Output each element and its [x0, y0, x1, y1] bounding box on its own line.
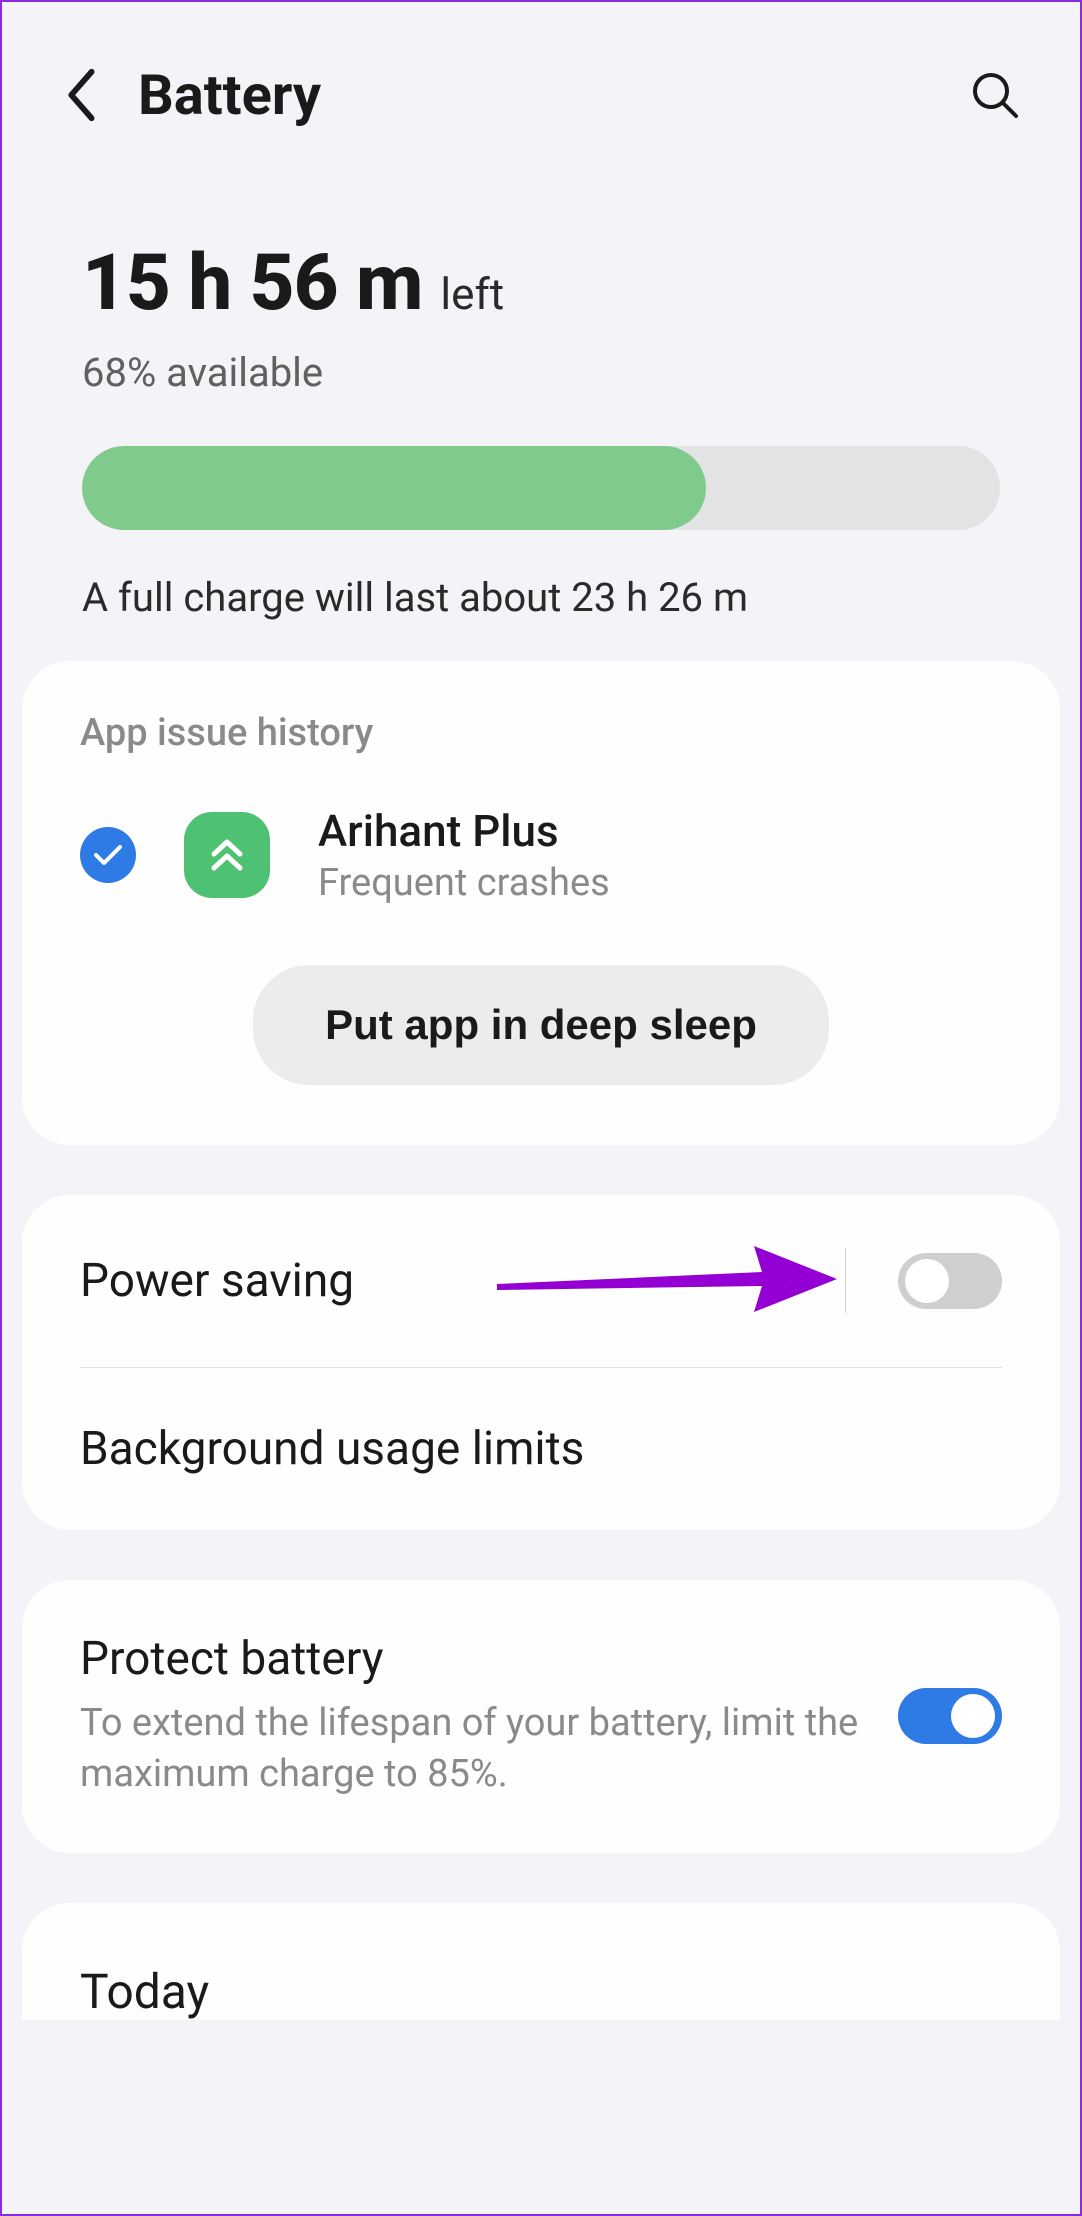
app-icon: [184, 812, 270, 898]
check-badge[interactable]: [80, 827, 136, 883]
full-charge-note: A full charge will last about 23 h 26 m: [82, 574, 1000, 621]
search-icon: [970, 70, 1020, 120]
back-button[interactable]: [62, 66, 98, 124]
protect-battery-sub: To extend the lifespan of your battery, …: [80, 1698, 868, 1801]
chevrons-up-icon: [206, 834, 248, 876]
protect-battery-toggle[interactable]: [898, 1688, 1002, 1744]
battery-summary[interactable]: 15 h 56 m left 68% available A full char…: [12, 168, 1070, 661]
page-title: Battery: [138, 62, 930, 128]
battery-progress-fill: [82, 446, 706, 530]
app-issue-detail: Frequent crashes: [318, 861, 1002, 905]
today-title: Today: [80, 1963, 1002, 2020]
today-card[interactable]: Today: [22, 1903, 1060, 2020]
time-remaining-value: 15 h 56 m: [82, 238, 422, 329]
app-issue-history-card: App issue history Arihant Plus Frequent …: [22, 661, 1060, 1145]
app-issue-row[interactable]: Arihant Plus Frequent crashes: [80, 805, 1002, 905]
checkmark-icon: [93, 844, 123, 866]
battery-progress-track: [82, 446, 1000, 530]
percent-available: 68% available: [82, 349, 1000, 396]
app-issue-name: Arihant Plus: [318, 805, 1002, 857]
chevron-left-icon: [62, 66, 98, 124]
app-issue-history-header: App issue history: [80, 711, 1002, 755]
background-usage-limits-row[interactable]: Background usage limits: [22, 1368, 1060, 1530]
power-saving-toggle[interactable]: [898, 1253, 1002, 1309]
divider-vertical: [845, 1249, 846, 1313]
put-app-deep-sleep-button[interactable]: Put app in deep sleep: [253, 965, 829, 1085]
time-remaining-suffix: left: [440, 268, 504, 320]
protect-battery-row[interactable]: Protect battery To extend the lifespan o…: [22, 1580, 1060, 1853]
background-usage-limits-label: Background usage limits: [80, 1422, 1002, 1476]
protect-battery-label: Protect battery: [80, 1632, 868, 1686]
power-saving-row[interactable]: Power saving: [22, 1195, 1060, 1367]
power-saving-label: Power saving: [80, 1254, 821, 1308]
settings-card: Power saving Background usage limits: [22, 1195, 1060, 1530]
search-button[interactable]: [970, 70, 1020, 120]
